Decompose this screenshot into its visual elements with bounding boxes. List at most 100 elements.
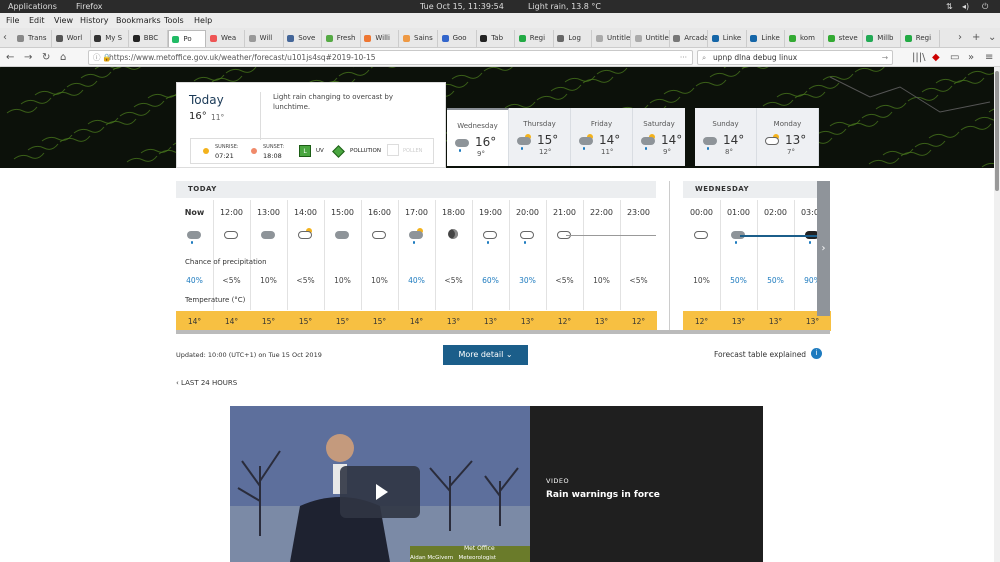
hour-precip: 50%: [730, 276, 747, 285]
browser-tab[interactable]: Untitled: [593, 30, 631, 47]
browser-tab[interactable]: Fresh: [323, 30, 361, 47]
hour-temp: 13°: [509, 311, 546, 331]
search-input[interactable]: ⌕ upnp dlna debug linux →: [697, 50, 893, 65]
info-icon[interactable]: ⓘ: [93, 51, 101, 64]
pollution-badge-icon[interactable]: [332, 145, 345, 158]
menu-bookmarks[interactable]: Bookmarks: [116, 13, 161, 28]
tab-title: BBC: [143, 34, 159, 42]
browser-tab[interactable]: Sove: [284, 30, 323, 47]
network-icon[interactable]: ⇅: [946, 0, 953, 13]
browser-tab[interactable]: Linke: [747, 30, 786, 47]
day-card-wednesday[interactable]: Wednesday 16° 9°: [447, 108, 509, 166]
hour-temp: 12°: [620, 311, 657, 331]
hour-weather-icon: [683, 228, 720, 244]
timeline-line: [566, 235, 656, 236]
clock[interactable]: Tue Oct 15, 11:39:54: [420, 0, 504, 13]
tab-title: Log: [568, 34, 581, 42]
day-name: Friday: [590, 120, 613, 128]
scroll-right-arrow[interactable]: ›: [817, 181, 830, 316]
browser-tab[interactable]: Sains: [400, 30, 438, 47]
today-card[interactable]: Today 16° 11° Light rain changing to ove…: [176, 82, 446, 168]
browser-tab[interactable]: steve: [825, 30, 863, 47]
back-icon[interactable]: ←: [6, 51, 14, 64]
forward-icon[interactable]: →: [24, 51, 32, 64]
play-icon[interactable]: [372, 482, 394, 504]
firefox-menu[interactable]: Firefox: [76, 0, 102, 13]
browser-tab[interactable]: Wea: [207, 30, 245, 47]
menu-file[interactable]: File: [6, 13, 19, 28]
hamburger-menu-icon[interactable]: ≡: [985, 51, 993, 64]
browser-tab[interactable]: kom: [786, 30, 824, 47]
tab-title: Regi: [529, 34, 546, 42]
browser-tab[interactable]: Tab: [477, 30, 516, 47]
overflow-icon[interactable]: »: [968, 51, 974, 64]
library-icon[interactable]: |||\: [912, 51, 925, 64]
browser-tab[interactable]: Po: [168, 30, 207, 47]
reload-icon[interactable]: ↻: [42, 51, 50, 64]
tab-favicon-icon: [711, 35, 719, 42]
tab-favicon-icon: [673, 35, 681, 42]
sidebar-icon[interactable]: ▭: [950, 51, 959, 64]
tab-scroll-left-icon[interactable]: ‹: [3, 31, 7, 44]
browser-tab[interactable]: My S: [91, 30, 130, 47]
page-scrollbar[interactable]: [994, 67, 1000, 562]
browser-tab[interactable]: Linke: [709, 30, 747, 47]
browser-tab[interactable]: Untitled: [632, 30, 670, 47]
browser-tab[interactable]: Arcada: [670, 30, 709, 47]
hour-precip: 10%: [593, 276, 610, 285]
uv-badge[interactable]: L: [299, 145, 311, 157]
hour-precip: 40%: [186, 276, 203, 285]
forecast-explained-link[interactable]: Forecast table explained: [714, 350, 806, 359]
apps-menu[interactable]: Applications: [8, 0, 57, 13]
table-scrollbar[interactable]: [176, 330, 830, 334]
menu-view[interactable]: View: [54, 13, 73, 28]
page-actions-icon[interactable]: ···: [680, 51, 687, 64]
browser-tab[interactable]: BBC: [130, 30, 168, 47]
day-card-saturday[interactable]: Saturday 14° 9°: [633, 108, 695, 166]
pollen-icon[interactable]: [387, 144, 399, 156]
search-go-icon[interactable]: →: [882, 51, 888, 64]
day-card-sunday[interactable]: Sunday 14° 8°: [695, 108, 757, 166]
tab-scroll-right-icon[interactable]: ›: [958, 31, 962, 44]
hour-temp: 15°: [324, 311, 361, 331]
weather-status[interactable]: Light rain, 13.8 °C: [528, 0, 601, 13]
more-detail-button[interactable]: More detail ⌄: [443, 345, 528, 365]
day-low: 7°: [787, 148, 795, 156]
column-divider: [757, 200, 758, 310]
day-card-monday[interactable]: Monday 13° 7°: [757, 108, 819, 166]
browser-tab[interactable]: Worl: [53, 30, 91, 47]
new-tab-icon[interactable]: +: [972, 31, 980, 44]
power-icon[interactable]: ⏻: [982, 0, 988, 13]
browser-tab[interactable]: Millb: [863, 30, 902, 47]
volume-icon[interactable]: ◂): [962, 0, 969, 13]
browser-tab[interactable]: Log: [554, 30, 593, 47]
day-high: 16°: [475, 135, 497, 149]
day-weather-icon: [455, 139, 469, 152]
menu-tools[interactable]: Tools: [164, 13, 184, 28]
browser-tab[interactable]: Goo: [439, 30, 477, 47]
page-scroll-thumb[interactable]: [995, 71, 999, 191]
menu-history[interactable]: History: [80, 13, 108, 28]
ublock-icon[interactable]: ◆: [932, 51, 940, 64]
info-circle-icon[interactable]: i: [811, 348, 822, 359]
browser-tab[interactable]: Regi: [902, 30, 940, 47]
presenter-name: Aidan McGivern: [410, 555, 454, 561]
menu-help[interactable]: Help: [194, 13, 212, 28]
hour-label: 22:00: [589, 208, 614, 217]
tab-list-icon[interactable]: ⌄: [988, 31, 996, 44]
video-player[interactable]: Met Office Aidan McGivern Meteorologist: [230, 406, 530, 562]
day-high: 14°: [723, 133, 745, 147]
browser-tab[interactable]: Will: [246, 30, 284, 47]
home-icon[interactable]: ⌂: [60, 51, 66, 64]
hour-label: 01:00: [726, 208, 751, 217]
day-card-friday[interactable]: Friday 14° 11°: [571, 108, 633, 166]
browser-tab[interactable]: Regi: [516, 30, 554, 47]
url-bar[interactable]: ⓘ 🔒 https://www.metoffice.gov.uk/weather…: [88, 50, 693, 65]
menu-edit[interactable]: Edit: [29, 13, 45, 28]
browser-tab[interactable]: Willi: [361, 30, 400, 47]
browser-tab[interactable]: Trans: [14, 30, 52, 47]
last-24-hours-link[interactable]: ‹ LAST 24 HOURS: [176, 379, 237, 387]
hour-weather-icon: [398, 228, 435, 244]
day-card-thursday[interactable]: Thursday 15° 12°: [509, 108, 571, 166]
video-title[interactable]: Rain warnings in force: [546, 490, 660, 500]
